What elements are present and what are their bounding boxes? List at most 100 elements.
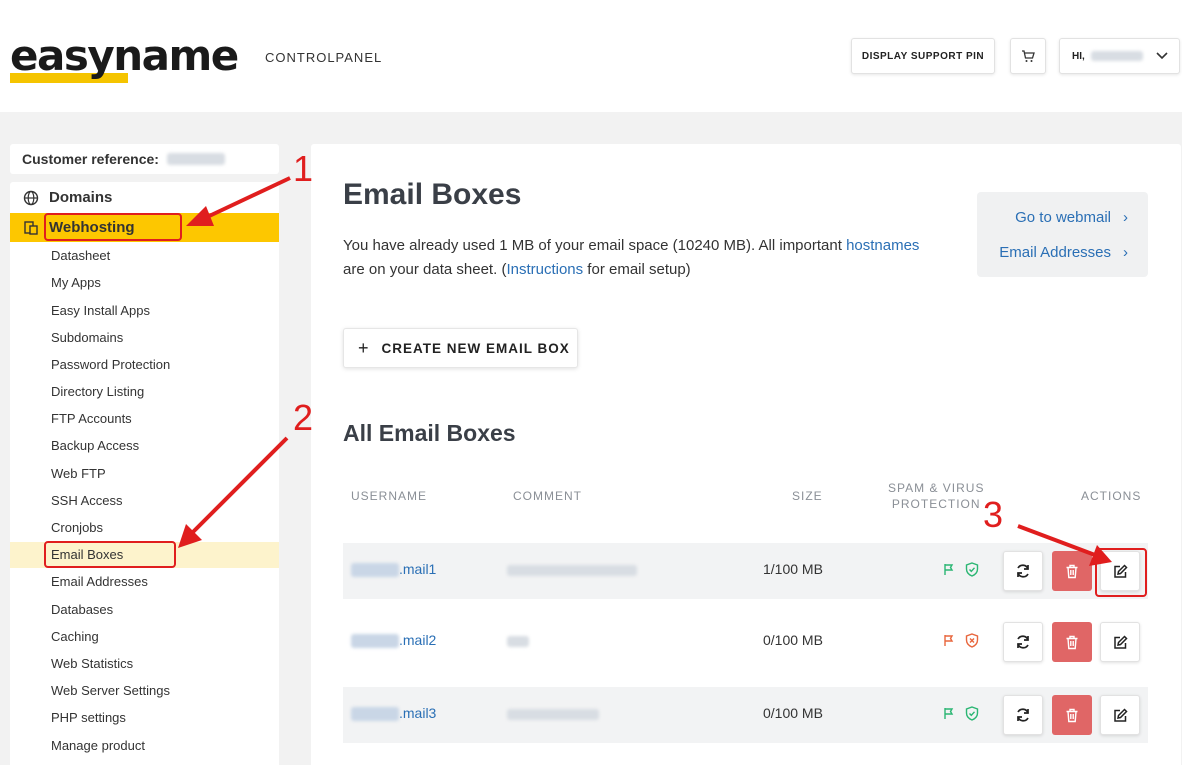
sidebar-subitem-label: Email Addresses — [51, 574, 148, 589]
hostnames-link[interactable]: hostnames — [846, 237, 919, 254]
sidebar-subitem-web-ftp[interactable]: Web FTP — [10, 461, 279, 487]
column-header-spam-line1: SPAM & VIRUS — [888, 481, 985, 495]
user-menu-button[interactable]: HI, — [1059, 38, 1180, 74]
username-suffix: .mail1 — [399, 561, 437, 577]
delete-button[interactable] — [1052, 551, 1092, 591]
flag-icon — [944, 564, 954, 575]
sidebar-subitem-ftp-accounts[interactable]: FTP Accounts — [10, 406, 279, 432]
edit-button[interactable] — [1100, 695, 1140, 735]
sidebar-subitem-label: My Apps — [51, 275, 101, 290]
chevron-right-icon: › — [1123, 209, 1128, 226]
go-to-webmail-link[interactable]: Go to webmail › — [1015, 209, 1128, 226]
sidebar-subitem-databases[interactable]: Databases — [10, 597, 279, 623]
plus-icon: + — [358, 337, 370, 358]
easyname-logo[interactable]: easyname — [10, 30, 239, 86]
controlpanel-label: CONTROLPANEL — [265, 50, 383, 65]
username-redacted — [351, 563, 399, 578]
go-to-webmail-label: Go to webmail — [1015, 209, 1111, 226]
trash-icon — [1066, 635, 1078, 649]
sidebar-subitem-web-server-settings[interactable]: Web Server Settings — [10, 678, 279, 704]
header: easyname CONTROLPANEL DISPLAY SUPPORT PI… — [0, 0, 1182, 112]
logo-text: easyname — [10, 31, 239, 80]
instructions-link[interactable]: Instructions — [506, 261, 583, 278]
annotation-step-1: 1 — [293, 148, 314, 189]
intro-text: You have already used 1 MB of your email… — [343, 234, 923, 282]
username-link[interactable]: .mail2 — [351, 632, 437, 649]
sidebar-item-domains-label: Domains — [49, 189, 113, 206]
column-header-comment: COMMENT — [513, 489, 582, 503]
shield-check-icon — [965, 706, 979, 721]
delete-button[interactable] — [1052, 695, 1092, 735]
shield-x-icon — [965, 633, 979, 648]
annotation-box-webhosting — [44, 213, 182, 241]
refresh-icon — [1017, 635, 1029, 649]
comment-redacted — [507, 563, 637, 581]
sidebar-subitem-ssh-access[interactable]: SSH Access — [10, 488, 279, 514]
quick-links-box: Go to webmail › Email Addresses › — [977, 192, 1148, 277]
sidebar-subitem-directory-listing[interactable]: Directory Listing — [10, 379, 279, 405]
sidebar-subitem-label: Datasheet — [51, 248, 111, 263]
webhosting-icon — [24, 221, 38, 235]
sidebar-subitem-password-protection[interactable]: Password Protection — [10, 352, 279, 378]
sidebar-subitem-label: Backup Access — [51, 438, 140, 453]
mailbox-size: 0/100 MB — [763, 705, 823, 721]
annotation-step-3: 3 — [983, 494, 1004, 535]
sidebar-subitem-backup-access[interactable]: Backup Access — [10, 433, 279, 459]
sidebar-subitem-caching[interactable]: Caching — [10, 624, 279, 650]
customer-reference: Customer reference: — [10, 144, 279, 174]
sidebar-subitem-subdomains[interactable]: Subdomains — [10, 325, 279, 351]
cart-button[interactable] — [1010, 38, 1046, 74]
section-title: All Email Boxes — [343, 420, 516, 446]
comment-redacted — [507, 634, 529, 652]
refresh-icon — [1017, 564, 1029, 578]
sidebar-subitem-cronjobs[interactable]: Cronjobs — [10, 515, 279, 541]
refresh-button[interactable] — [1003, 551, 1043, 591]
refresh-icon — [1017, 708, 1029, 722]
username-suffix: .mail2 — [399, 632, 437, 648]
sidebar-subitem-email-addresses[interactable]: Email Addresses — [10, 569, 279, 595]
comment-blur — [507, 565, 637, 576]
intro-text-part: are on your data sheet. ( — [343, 261, 507, 278]
column-header-spam-line2: PROTECTION — [891, 497, 981, 511]
mailbox-size: 1/100 MB — [763, 561, 823, 577]
username-redacted — [351, 634, 399, 649]
chevron-down-icon — [1156, 52, 1168, 60]
sidebar-subitem-label: Manage product — [51, 738, 145, 753]
email-addresses-link[interactable]: Email Addresses › — [999, 244, 1128, 261]
sidebar-subitem-label: Directory Listing — [51, 384, 145, 399]
sidebar-subitem-php-settings[interactable]: PHP settings — [10, 705, 279, 731]
table-row: .mail2 0/100 MB — [343, 614, 1148, 670]
comment-redacted — [507, 707, 599, 725]
refresh-button[interactable] — [1003, 695, 1043, 735]
display-support-pin-button[interactable]: DISPLAY SUPPORT PIN — [851, 38, 995, 74]
edit-button[interactable] — [1100, 622, 1140, 662]
sidebar-subitem-label: Databases — [51, 602, 114, 617]
annotation-box-email-boxes — [44, 541, 176, 568]
column-header-size: SIZE — [792, 489, 823, 503]
shield-check-icon — [965, 562, 979, 577]
username-link[interactable]: .mail1 — [351, 561, 437, 578]
email-addresses-label: Email Addresses — [999, 244, 1111, 261]
edit-icon — [1113, 707, 1128, 722]
refresh-button[interactable] — [1003, 622, 1043, 662]
user-greeting: HI, — [1072, 50, 1085, 62]
sidebar-subitem-label: SSH Access — [51, 493, 123, 508]
delete-button[interactable] — [1052, 622, 1092, 662]
create-button-label: CREATE NEW EMAIL BOX — [381, 340, 570, 356]
user-name-redacted — [1090, 51, 1143, 61]
username-redacted — [351, 707, 399, 722]
sidebar-subitem-label: Web FTP — [51, 466, 106, 481]
sidebar-subitem-label: Caching — [51, 629, 99, 644]
sidebar-subitem-manage-product[interactable]: Manage product — [10, 733, 279, 759]
create-new-email-box-button[interactable]: + CREATE NEW EMAIL BOX — [343, 328, 578, 368]
sidebar-item-domains[interactable]: Domains — [10, 183, 279, 212]
username-link[interactable]: .mail3 — [351, 705, 436, 722]
sidebar-subitem-easy-install-apps[interactable]: Easy Install Apps — [10, 298, 279, 324]
chevron-right-icon: › — [1123, 244, 1128, 261]
sidebar-subitem-my-apps[interactable]: My Apps — [10, 270, 279, 296]
sidebar-subitem-label: Web Statistics — [51, 656, 134, 671]
table-row: .mail1 1/100 MB — [343, 543, 1148, 599]
table-row: .mail3 0/100 MB — [343, 687, 1148, 743]
sidebar-subitem-datasheet[interactable]: Datasheet — [10, 243, 279, 269]
sidebar-subitem-web-statistics[interactable]: Web Statistics — [10, 651, 279, 677]
